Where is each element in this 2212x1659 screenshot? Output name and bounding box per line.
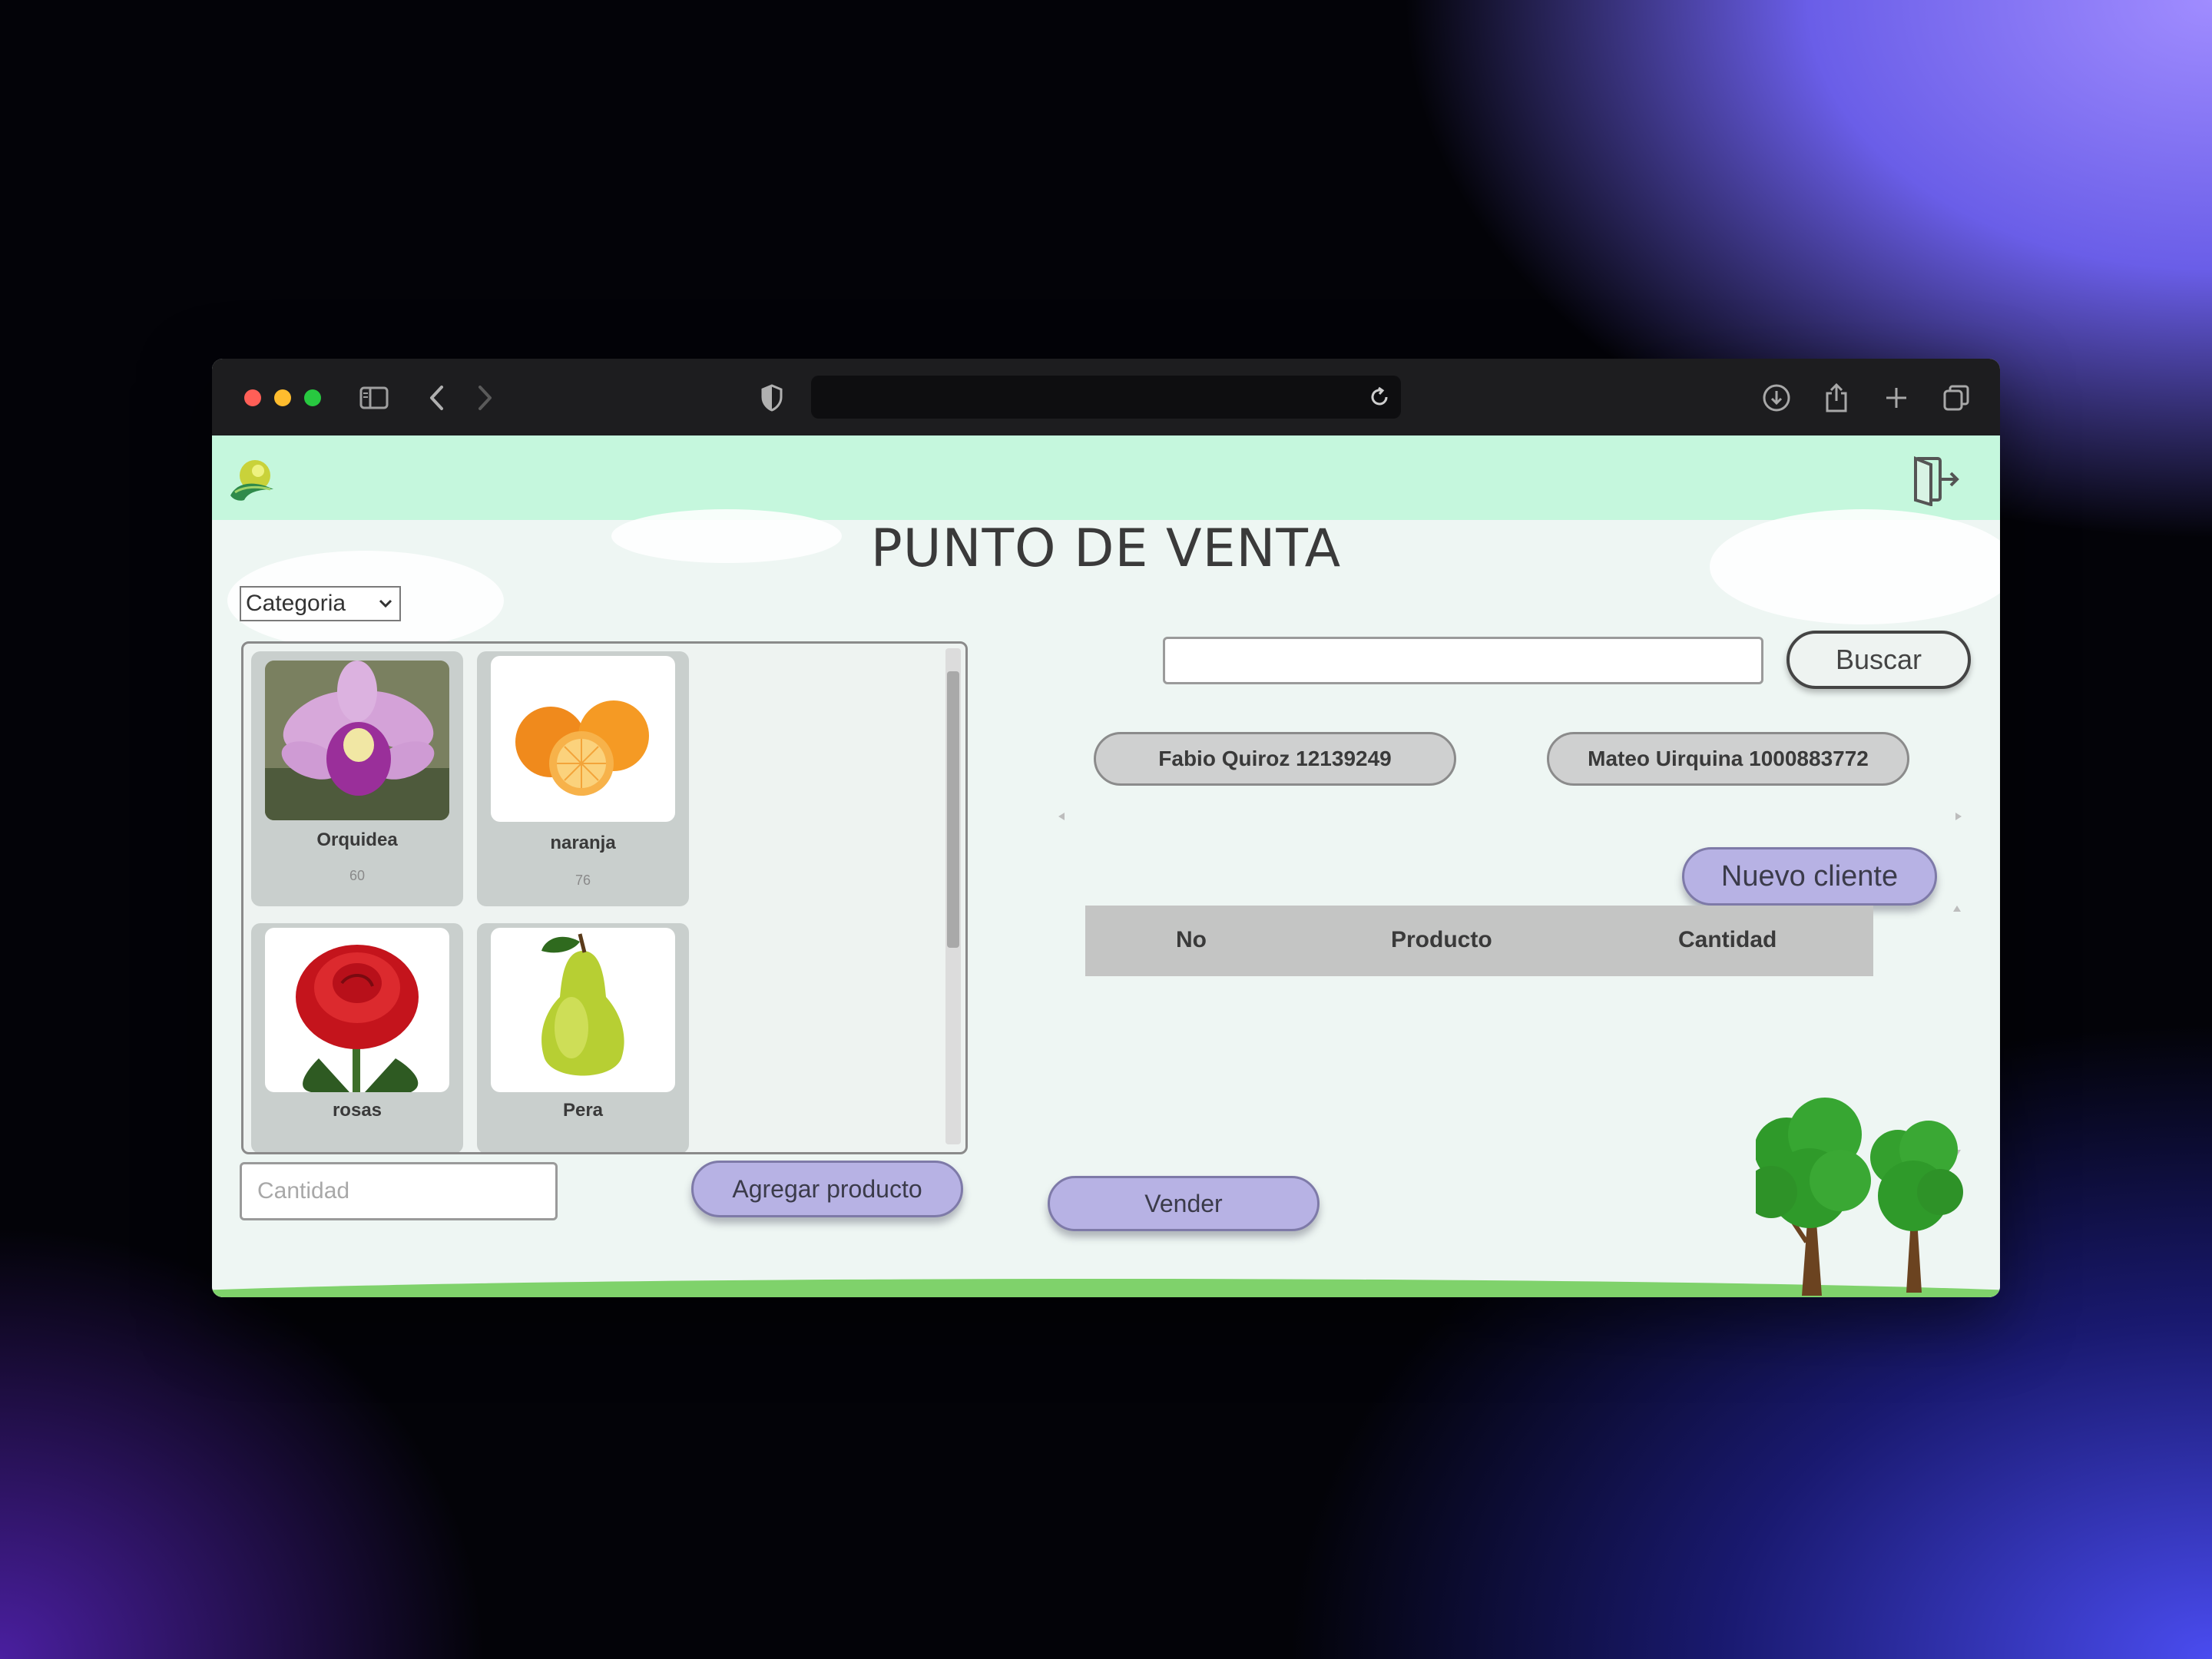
product-card-orquidea[interactable]: Orquidea 60 (251, 651, 463, 906)
client-button[interactable]: Mateo Uirquina 1000883772 (1547, 732, 1909, 786)
browser-window: PUNTO DE VENTA Categoria Orquidea 60 nar… (212, 359, 2000, 1297)
sidebar-toggle-icon[interactable] (358, 382, 390, 414)
product-name: rosas (332, 1100, 382, 1121)
address-bar[interactable] (811, 376, 1401, 419)
leaf-logo-icon[interactable] (227, 457, 278, 505)
close-window-button[interactable] (244, 389, 261, 406)
product-name: naranja (550, 833, 616, 853)
minimize-window-button[interactable] (274, 389, 291, 406)
product-card-rosas[interactable]: rosas (251, 923, 463, 1152)
zoom-window-button[interactable] (304, 389, 321, 406)
quantity-placeholder: Cantidad (257, 1178, 350, 1204)
product-grid[interactable]: Orquidea 60 naranja 76 rosas Pera (241, 641, 968, 1154)
orchid-image (265, 661, 449, 820)
search-input[interactable] (1163, 637, 1763, 684)
new-tab-icon[interactable] (1880, 382, 1912, 414)
add-product-button[interactable]: Agregar producto (691, 1161, 963, 1217)
client-label: Fabio Quiroz 12139249 (1158, 747, 1392, 770)
page-content: PUNTO DE VENTA Categoria Orquidea 60 nar… (212, 435, 2000, 1297)
column-header: Producto (1391, 927, 1492, 952)
browser-toolbar (212, 359, 2000, 436)
product-grid-scrollbar[interactable] (945, 648, 961, 1144)
new-client-label: Nuevo cliente (1720, 859, 1899, 892)
share-icon[interactable] (1820, 382, 1853, 414)
product-card-pera[interactable]: Pera (477, 923, 689, 1152)
ground-decoration (212, 1279, 2000, 1297)
add-product-label: Agregar producto (732, 1174, 922, 1203)
app-header (212, 435, 2000, 520)
shield-icon[interactable] (756, 382, 788, 414)
tab-overview-icon[interactable] (1940, 382, 1972, 414)
chevron-down-icon (378, 594, 393, 614)
client-button[interactable]: Fabio Quiroz 12139249 (1094, 732, 1456, 786)
column-header: Cantidad (1678, 927, 1777, 952)
rose-image (265, 928, 449, 1092)
quantity-input[interactable]: Cantidad (240, 1162, 558, 1220)
search-button-label: Buscar (1835, 644, 1922, 675)
product-card-naranja[interactable]: naranja 76 (477, 651, 689, 906)
pear-image (491, 928, 675, 1092)
trees-illustration (1745, 1088, 1963, 1297)
scrollbar-thumb[interactable] (947, 671, 959, 948)
product-name: Pera (562, 1100, 604, 1121)
category-select-value: Categoria (246, 591, 346, 616)
product-quantity: 76 (575, 873, 591, 888)
new-client-button[interactable]: Nuevo cliente (1682, 847, 1937, 906)
back-icon[interactable] (421, 382, 453, 414)
category-select[interactable]: Categoria (240, 586, 401, 621)
logout-door-icon[interactable] (1908, 452, 1962, 507)
sell-button[interactable]: Vender (1048, 1176, 1320, 1231)
client-list-scrollbar[interactable] (1057, 810, 1963, 823)
page-title: PUNTO DE VENTA (870, 518, 1342, 579)
download-icon[interactable] (1760, 382, 1793, 414)
client-label: Mateo Uirquina 1000883772 (1588, 747, 1869, 770)
column-header: No (1176, 927, 1207, 952)
forward-icon[interactable] (469, 382, 501, 414)
sales-table-header: No Producto Cantidad (1085, 906, 1873, 976)
product-quantity: 60 (349, 868, 366, 883)
sell-label: Vender (1144, 1189, 1223, 1217)
product-name: Orquidea (316, 830, 398, 850)
search-button[interactable]: Buscar (1786, 631, 1971, 689)
orange-image (491, 656, 675, 822)
reload-icon[interactable] (1367, 385, 1392, 409)
